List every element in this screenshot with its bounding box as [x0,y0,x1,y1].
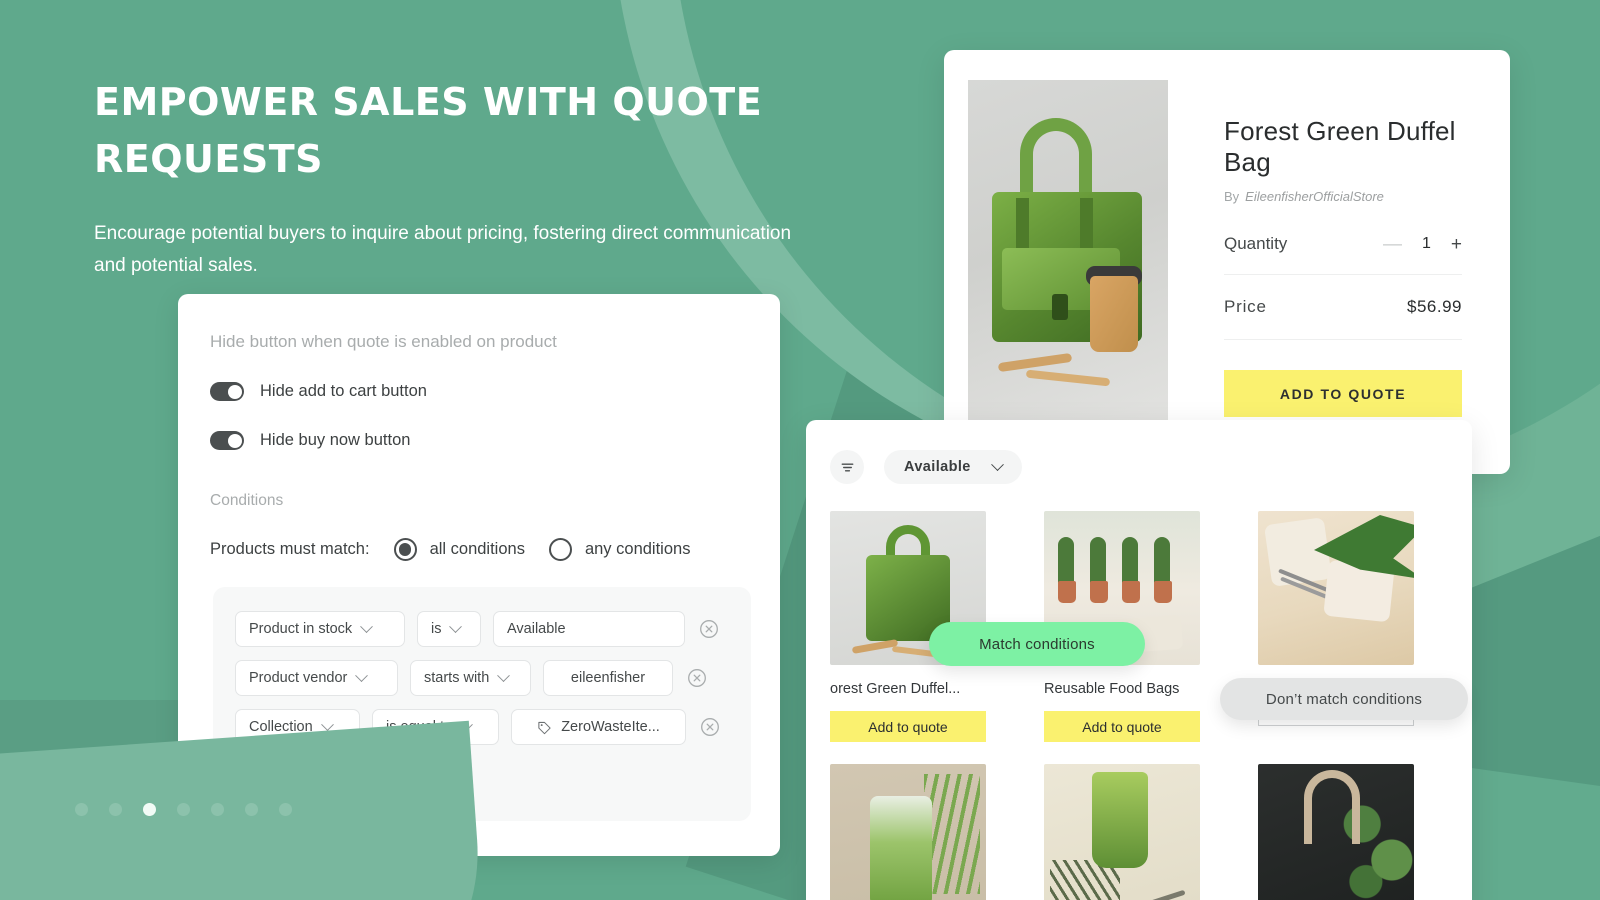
toggle-hide-buy-now[interactable]: Hide buy now button [210,431,748,450]
carousel-dot-active[interactable] [143,803,156,816]
quantity-label: Quantity [1224,234,1288,253]
toggle-label: Hide buy now button [260,431,411,449]
hero-text-block: EMPOWER SALES WITH QUOTE REQUESTS Encour… [94,74,794,282]
close-circle-icon[interactable] [699,619,719,639]
product-action-button[interactable]: Add to quote [1044,711,1200,742]
quantity-decrement-icon[interactable]: — [1383,235,1402,254]
radio-all-conditions-label: all conditions [429,540,525,558]
filter-icon[interactable] [830,450,864,484]
product-thumbnail [1258,511,1414,665]
price-label: Price [1224,297,1267,316]
product-info: Forest Green Duffel Bag By EileenfisherOf… [1168,50,1510,474]
quantity-stepper[interactable]: — 1 + [1383,235,1462,254]
price-row: Price $56.99 [1224,297,1462,340]
hero-title: EMPOWER SALES WITH QUOTE REQUESTS [94,80,763,181]
product-detail-card: Forest Green Duffel Bag By EileenfisherOf… [944,50,1510,474]
close-circle-icon[interactable] [687,668,707,688]
carousel-dot[interactable] [245,803,258,816]
chevron-down-icon [355,668,369,682]
condition-operator-select[interactable]: starts with [410,660,531,696]
radio-all-conditions[interactable] [393,538,417,561]
toggle-label: Hide add to cart button [260,382,427,400]
add-to-quote-button[interactable]: ADD TO QUOTE [1224,370,1462,417]
condition-value-input[interactable]: eileenfisher [543,660,673,696]
chevron-down-icon [990,457,1004,471]
toggle-switch[interactable] [210,382,244,401]
availability-filter-select[interactable]: Available [884,450,1022,484]
condition-operator-value: starts with [424,670,490,686]
product-thumbnail [1044,764,1200,900]
carousel-dot[interactable] [211,803,224,816]
condition-row: Product vendor starts with eileenfisher [235,660,729,696]
condition-field-select[interactable]: Product vendor [235,660,398,696]
radio-any-conditions-label: any conditions [584,540,691,558]
carousel-dot[interactable] [177,803,190,816]
product-card-item[interactable] [830,764,986,900]
grid-toolbar: Available [830,450,1472,484]
chevron-down-icon [360,619,374,633]
chevron-down-icon [320,717,334,731]
by-label: By [1224,189,1240,204]
condition-value-text: ZeroWasteIte... [561,719,660,735]
product-vendor: EileenfisherOfficialStore [1245,189,1384,204]
product-action-button[interactable]: Add to quote [830,711,986,742]
toggle-hide-add-to-cart[interactable]: Hide add to cart button [210,382,748,401]
quantity-row: Quantity — 1 + [1224,234,1462,275]
slide-canvas: EMPOWER SALES WITH QUOTE REQUESTS Encour… [0,0,1600,900]
condition-row: Product in stock is Available [235,611,729,647]
condition-field-value: Product in stock [249,621,353,637]
condition-value-text: eileenfisher [570,670,646,686]
radio-any-conditions[interactable] [548,538,572,561]
product-name: Reusable Food Bags [1044,681,1180,697]
price-value: $56.99 [1407,297,1462,316]
match-mode-row: Products must match: all conditions any … [210,538,748,561]
condition-value-input[interactable]: Available [493,611,685,647]
match-conditions-badge: Match conditions [929,622,1145,666]
condition-field-select[interactable]: Product in stock [235,611,405,647]
hide-button-section-label: Hide button when quote is enabled on pro… [210,332,557,351]
condition-operator-value: is [431,621,442,637]
product-grid-card: Available orest Green Duffel... Add to q… [806,420,1472,900]
product-thumbnail [1258,764,1414,900]
product-hero-image [968,80,1168,474]
quantity-value: 1 [1421,235,1431,252]
carousel-dots [75,803,292,816]
product-card-item[interactable] [1258,764,1414,900]
conditions-heading: Conditions [210,492,284,509]
hero-subtitle: Encourage potential buyers to inquire ab… [94,223,792,276]
condition-value-text: Available [507,621,566,637]
chevron-down-icon [449,619,463,633]
product-thumbnail [830,764,986,900]
product-title: Forest Green Duffel Bag [1224,116,1456,177]
carousel-dot[interactable] [109,803,122,816]
condition-operator-select[interactable]: is [417,611,481,647]
carousel-dot[interactable] [279,803,292,816]
toggle-switch[interactable] [210,431,244,450]
carousel-dot[interactable] [75,803,88,816]
condition-value-input[interactable]: ZeroWasteIte... [511,709,686,745]
condition-field-value: Product vendor [249,670,348,686]
chevron-down-icon [497,668,511,682]
quantity-increment-icon[interactable]: + [1451,235,1462,254]
availability-filter-value: Available [904,459,971,475]
match-prompt-label: Products must match: [210,540,370,558]
close-circle-icon[interactable] [700,717,720,737]
product-card-item[interactable] [1044,764,1200,900]
dont-match-conditions-badge: Don’t match conditions [1220,678,1468,720]
product-vendor-line: By EileenfisherOfficialStore [1224,189,1462,204]
tag-icon [537,720,552,735]
product-name: orest Green Duffel... [830,681,961,697]
